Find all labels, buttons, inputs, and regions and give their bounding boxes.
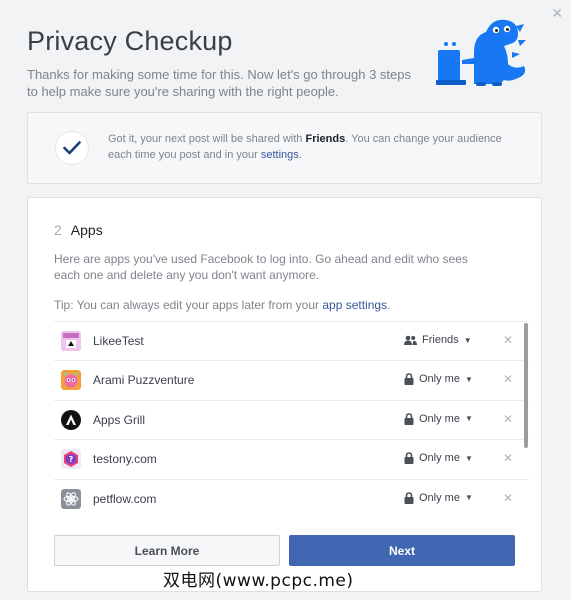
- header: Privacy Checkup Thanks for making some t…: [27, 26, 427, 100]
- app-settings-link[interactable]: app settings: [322, 298, 387, 312]
- petflow-app-icon: [61, 488, 81, 509]
- step-number: 2: [54, 222, 62, 238]
- notice-text: Got it, your next post will be shared wi…: [108, 133, 502, 161]
- privacy-dinosaur-illustration: [436, 19, 526, 86]
- remove-app-icon[interactable]: ✕: [503, 412, 513, 426]
- chevron-down-icon: ▼: [463, 335, 472, 345]
- checkmark-icon: [55, 131, 89, 165]
- lock-icon: [404, 412, 414, 425]
- step-tip: Tip: You can always edit your apps later…: [54, 298, 391, 312]
- apps-step-card: 2 Apps Here are apps you've used Facebook…: [27, 197, 542, 592]
- app-row: petflow.com Only me ▼ ✕: [54, 480, 529, 517]
- remove-app-icon[interactable]: ✕: [503, 491, 513, 505]
- step-name: Apps: [70, 222, 103, 238]
- audience-label: Only me: [419, 373, 460, 386]
- app-name: LikeeTest: [93, 334, 144, 348]
- audience-selector[interactable]: Only me ▼: [404, 492, 473, 504]
- remove-app-icon[interactable]: ✕: [503, 372, 513, 386]
- app-name: petflow.com: [93, 491, 157, 506]
- app-name: Apps Grill: [93, 412, 146, 427]
- learn-more-button[interactable]: Learn More: [54, 535, 280, 566]
- next-button[interactable]: Next: [289, 535, 515, 566]
- audience-label: Only me: [419, 452, 460, 465]
- app-row: LikeeTest Friends ▼ ✕: [54, 322, 529, 362]
- audience-notice: Got it, your next post will be shared wi…: [27, 112, 542, 184]
- chevron-down-icon: ▼: [464, 374, 473, 384]
- testony-app-icon: ?: [61, 449, 81, 470]
- app-row: ? testony.com Only me ▼ ✕: [54, 440, 529, 480]
- svg-text:?: ?: [69, 455, 74, 464]
- friends-icon: [404, 335, 417, 345]
- chevron-down-icon: ▼: [464, 453, 473, 463]
- chevron-down-icon: ▼: [464, 493, 473, 503]
- audience-selector[interactable]: Only me ▼: [404, 413, 473, 425]
- audience-label: Only me: [419, 491, 460, 504]
- lock-icon: [404, 491, 414, 504]
- app-list-scrollbar[interactable]: [524, 323, 528, 448]
- app-name: Arami Puzzventure: [93, 373, 195, 388]
- app-list: LikeeTest Friends ▼ ✕ Arami Puzzventure …: [54, 321, 529, 517]
- audience-label: Only me: [419, 412, 460, 425]
- app-name: testony.com: [93, 452, 157, 467]
- settings-link[interactable]: settings: [261, 149, 299, 161]
- notice-audience: Friends: [305, 133, 346, 145]
- app-row: Apps Grill Only me ▼ ✕: [54, 401, 529, 441]
- audience-selector[interactable]: Only me ▼: [404, 373, 473, 386]
- close-icon[interactable]: ✕: [551, 6, 563, 22]
- audience-selector[interactable]: Only me ▼: [404, 452, 473, 465]
- audience-selector[interactable]: Friends ▼: [404, 334, 472, 346]
- app-row: Arami Puzzventure Only me ▼ ✕: [54, 361, 529, 401]
- watermark: 双电网(www.pcpc.me): [163, 571, 354, 591]
- step-heading: 2 Apps: [54, 222, 103, 238]
- lock-icon: [404, 452, 414, 465]
- lock-icon: [404, 373, 414, 386]
- likeetest-app-icon: [61, 331, 81, 351]
- chevron-down-icon: ▼: [464, 414, 473, 424]
- page-subtitle: Thanks for making some time for this. No…: [27, 67, 411, 99]
- audience-label: Friends: [422, 334, 459, 346]
- page-title: Privacy Checkup: [27, 26, 233, 56]
- remove-app-icon[interactable]: ✕: [503, 333, 513, 347]
- apps-grill-app-icon: [61, 409, 81, 430]
- arami-puzzventure-app-icon: [61, 370, 81, 391]
- remove-app-icon[interactable]: ✕: [503, 451, 513, 465]
- step-description: Here are apps you've used Facebook to lo…: [54, 252, 468, 282]
